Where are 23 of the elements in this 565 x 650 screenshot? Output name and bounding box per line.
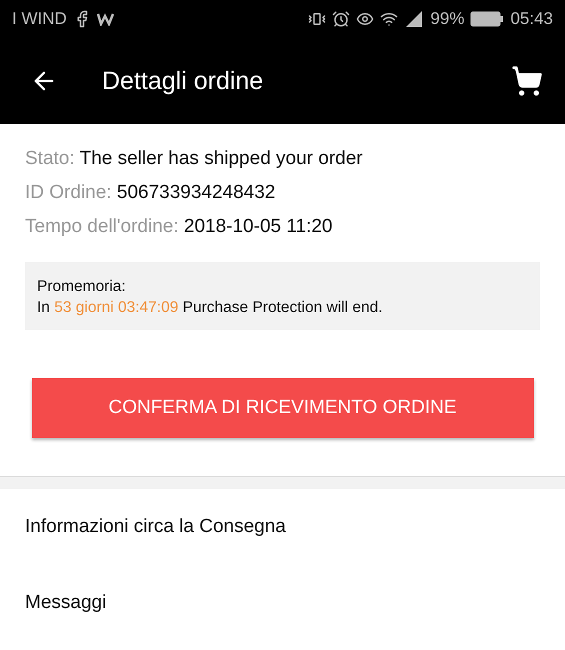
clock-time: 05:43 <box>510 9 553 29</box>
vibrate-icon <box>308 10 326 28</box>
wifi-icon <box>380 10 398 28</box>
reminder-text: In 53 giorni 03:47:09 Purchase Protection will end. <box>37 298 384 318</box>
detail-value: The seller has shipped your order <box>80 148 363 169</box>
page-title: Dettagli ordine <box>102 66 264 96</box>
alarm-icon <box>332 10 350 28</box>
menu-item[interactable]: Informazioni circa la Consegna <box>0 489 565 565</box>
detail-value: 2018-10-05 11:20 <box>184 216 332 237</box>
detail-label: ID Ordine: <box>25 182 112 203</box>
carrier-name: I WIND <box>12 9 67 29</box>
eye-icon <box>356 10 374 28</box>
menu-item[interactable]: Messaggi <box>0 565 565 641</box>
confirm-receipt-button[interactable]: CONFERMA DI RICEVIMENTO ORDINE <box>32 378 534 438</box>
reminder-title: Promemoria: <box>37 277 127 297</box>
detail-value: 506733934248432 <box>116 182 276 203</box>
battery-percent: 99% <box>430 9 464 29</box>
detail-label: Tempo dell'ordine: <box>25 216 179 237</box>
detail-label: Stato: <box>25 148 75 169</box>
w-logo-icon <box>96 12 115 26</box>
cart-icon[interactable] <box>511 65 543 97</box>
battery-icon <box>470 11 504 27</box>
signal-icon <box>404 10 424 28</box>
